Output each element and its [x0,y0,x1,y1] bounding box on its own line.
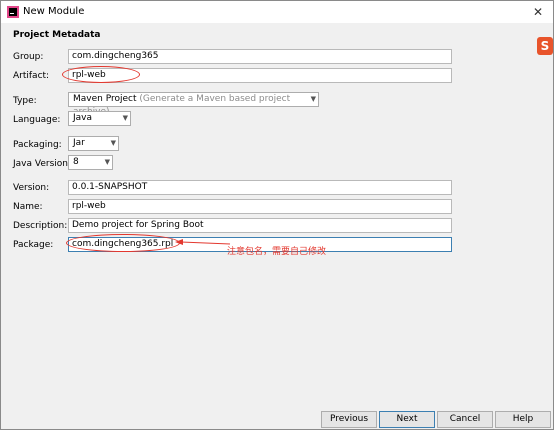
package-highlight-ellipse [66,234,180,252]
next-button[interactable]: Next [379,411,435,428]
window-title: New Module [23,6,85,17]
annotation-arrow [175,239,231,245]
description-field[interactable]: Demo project for Spring Boot [68,218,452,233]
cancel-button[interactable]: Cancel [437,411,493,428]
packaging-value: Jar [73,138,85,148]
type-label: Type: [13,96,37,106]
help-button[interactable]: Help [495,411,551,428]
type-select[interactable]: Maven Project (Generate a Maven based pr… [68,92,319,117]
section-title: Project Metadata [13,30,101,40]
annotation-note: 注意包名，需要自己修改 [227,247,327,257]
artifact-highlight-ellipse [62,66,140,83]
previous-button[interactable]: Previous [321,411,377,428]
java-version-select[interactable]: 8 ▼ [68,155,113,170]
chevron-down-icon: ▼ [122,114,128,122]
group-label: Group: [13,52,44,62]
chevron-down-icon: ▼ [104,158,110,166]
group-field[interactable]: com.dingcheng365 [68,49,452,64]
close-icon[interactable]: ✕ [529,3,547,21]
type-value: Maven Project [73,94,137,104]
intellij-icon [7,6,19,18]
language-select[interactable]: Java ▼ [68,111,131,126]
chevron-down-icon: ▼ [310,95,316,103]
packaging-label: Packaging: [13,140,62,150]
package-label: Package: [13,240,54,250]
java-version-value: 8 [73,157,79,167]
language-value: Java [73,113,93,123]
sogou-ime-logo[interactable]: S [537,37,553,55]
packaging-select[interactable]: Jar ▼ [68,136,119,151]
title-bar: New Module ✕ [1,1,553,23]
name-field[interactable]: rpl-web [68,199,452,214]
name-label: Name: [13,202,43,212]
dialog-content: Project Metadata Group: com.dingcheng365… [1,23,553,429]
new-module-dialog: New Module ✕ Project Metadata Group: com… [0,0,554,430]
artifact-label: Artifact: [13,71,50,81]
java-version-label: Java Version: [13,159,71,169]
chevron-down-icon: ▼ [110,139,116,147]
version-label: Version: [13,183,50,193]
language-label: Language: [13,115,61,125]
description-label: Description: [13,221,68,231]
version-field[interactable]: 0.0.1-SNAPSHOT [68,180,452,195]
